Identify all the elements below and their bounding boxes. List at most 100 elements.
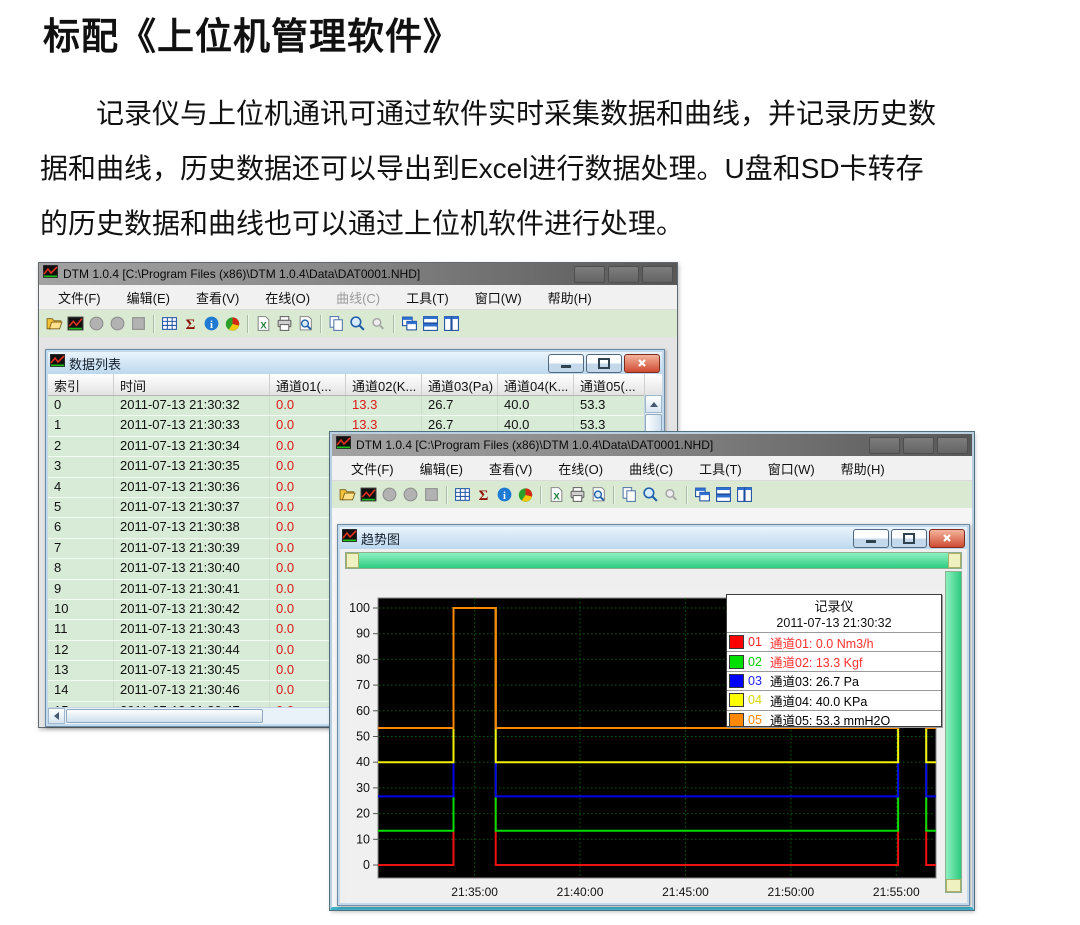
tile-vertical-icon[interactable]	[734, 484, 755, 505]
table-cell: 2011-07-13 21:30:38	[114, 518, 270, 537]
menu-item[interactable]: 查看(V)	[183, 285, 252, 310]
svg-text:100: 100	[349, 601, 370, 615]
chart-vertical-scrollbar[interactable]	[945, 571, 962, 893]
menu-item[interactable]: 曲线(C)	[616, 456, 686, 481]
menu-item[interactable]: 查看(V)	[476, 456, 545, 481]
column-header[interactable]: 时间	[114, 374, 270, 395]
restore-button[interactable]	[586, 354, 622, 373]
minimize-button[interactable]	[574, 266, 605, 283]
scroll-up-button[interactable]	[645, 395, 662, 413]
minimize-button[interactable]	[853, 529, 889, 548]
open-file-icon[interactable]	[337, 484, 358, 505]
pause-icon[interactable]	[107, 313, 128, 334]
menu-item[interactable]: 曲线(C)	[323, 285, 393, 310]
scrollbar-track[interactable]	[359, 553, 948, 568]
open-file-icon[interactable]	[44, 313, 65, 334]
pie-chart-icon[interactable]	[515, 484, 536, 505]
channel-color-swatch	[729, 693, 744, 707]
cascade-windows-icon[interactable]	[692, 484, 713, 505]
copy-icon[interactable]	[326, 313, 347, 334]
print-preview-icon[interactable]	[588, 484, 609, 505]
table-cell: 13	[48, 661, 114, 680]
menu-item[interactable]: 编辑(E)	[407, 456, 476, 481]
data-chart-icon[interactable]	[358, 484, 379, 505]
pause-icon[interactable]	[400, 484, 421, 505]
column-header[interactable]: 通道02(K...	[346, 374, 422, 395]
close-button[interactable]	[642, 266, 673, 283]
column-header[interactable]: 通道03(Pa)	[422, 374, 498, 395]
cascade-windows-icon[interactable]	[399, 313, 420, 334]
scrollbar-cap[interactable]	[948, 553, 961, 568]
menu-item[interactable]: 工具(T)	[686, 456, 755, 481]
channel-label: 通道02: 13.3 Kgf	[770, 652, 862, 671]
channel-label: 通道01: 0.0 Nm3/h	[770, 633, 874, 652]
column-header[interactable]: 通道05(...	[574, 374, 645, 395]
minimize-button[interactable]	[869, 437, 900, 454]
stop-icon[interactable]	[421, 484, 442, 505]
zoom-icon[interactable]	[640, 484, 661, 505]
zoom-icon[interactable]	[347, 313, 368, 334]
chart-horizontal-scrollbar[interactable]	[345, 552, 962, 569]
menu-item[interactable]: 窗口(W)	[462, 285, 535, 310]
export-excel-icon[interactable]: X	[253, 313, 274, 334]
svg-text:X: X	[553, 491, 560, 502]
stop-icon[interactable]	[128, 313, 149, 334]
data-grid-icon[interactable]	[452, 484, 473, 505]
scrollbar-cap[interactable]	[946, 879, 961, 892]
data-grid-icon[interactable]	[159, 313, 180, 334]
copy-icon[interactable]	[619, 484, 640, 505]
menu-item[interactable]: 在线(O)	[545, 456, 616, 481]
maximize-button[interactable]	[608, 266, 639, 283]
column-header[interactable]: 通道01(...	[270, 374, 346, 395]
scrollbar-track[interactable]	[946, 572, 961, 879]
title-bar[interactable]: DTM 1.0.4 [C:\Program Files (x86)\DTM 1.…	[39, 263, 677, 285]
scrollbar-cap[interactable]	[346, 553, 359, 568]
page-title: 标配《上位机管理软件》	[43, 6, 461, 60]
restore-button[interactable]	[891, 529, 927, 548]
menu-item[interactable]: 文件(F)	[338, 456, 407, 481]
trend-title-bar[interactable]: 趋势图	[340, 527, 967, 549]
menu-item[interactable]: 文件(F)	[45, 285, 114, 310]
menu-item[interactable]: 帮助(H)	[828, 456, 898, 481]
info-icon[interactable]: i	[494, 484, 515, 505]
menu-item[interactable]: 编辑(E)	[114, 285, 183, 310]
menu-item[interactable]: 窗口(W)	[755, 456, 828, 481]
zoom-small-icon[interactable]	[368, 313, 389, 334]
trend-window[interactable]: 趋势图 21:35:00	[337, 524, 970, 906]
legend-item: 03通道03: 26.7 Pa	[727, 671, 941, 690]
column-header[interactable]: 通道04(K...	[498, 374, 574, 395]
maximize-button[interactable]	[903, 437, 934, 454]
zoom-small-icon[interactable]	[661, 484, 682, 505]
print-preview-icon[interactable]	[295, 313, 316, 334]
title-bar[interactable]: DTM 1.0.4 [C:\Program Files (x86)\DTM 1.…	[332, 434, 972, 456]
scroll-left-button[interactable]	[48, 708, 65, 724]
main-window-trend[interactable]: DTM 1.0.4 [C:\Program Files (x86)\DTM 1.…	[330, 432, 974, 910]
tile-horizontal-icon[interactable]	[713, 484, 734, 505]
minimize-button[interactable]	[548, 354, 584, 373]
sum-icon[interactable]: Σ	[180, 313, 201, 334]
close-button[interactable]	[937, 437, 968, 454]
menu-item[interactable]: 工具(T)	[393, 285, 462, 310]
close-button[interactable]	[624, 354, 660, 373]
menu-item[interactable]: 帮助(H)	[535, 285, 605, 310]
svg-text:Σ: Σ	[479, 488, 489, 503]
table-row[interactable]: 02011-07-13 21:30:320.013.326.740.053.3	[48, 396, 662, 416]
svg-text:60: 60	[356, 704, 370, 718]
datalist-title-bar[interactable]: 数据列表	[48, 352, 662, 374]
export-excel-icon[interactable]: X	[546, 484, 567, 505]
scrollbar-thumb[interactable]	[66, 709, 263, 723]
print-icon[interactable]	[274, 313, 295, 334]
channel-color-swatch	[729, 635, 744, 649]
menu-item[interactable]: 在线(O)	[252, 285, 323, 310]
record-icon[interactable]	[86, 313, 107, 334]
pie-chart-icon[interactable]	[222, 313, 243, 334]
tile-horizontal-icon[interactable]	[420, 313, 441, 334]
close-button[interactable]	[929, 529, 965, 548]
record-icon[interactable]	[379, 484, 400, 505]
data-chart-icon[interactable]	[65, 313, 86, 334]
sum-icon[interactable]: Σ	[473, 484, 494, 505]
print-icon[interactable]	[567, 484, 588, 505]
tile-vertical-icon[interactable]	[441, 313, 462, 334]
column-header[interactable]: 索引	[48, 374, 114, 395]
info-icon[interactable]: i	[201, 313, 222, 334]
